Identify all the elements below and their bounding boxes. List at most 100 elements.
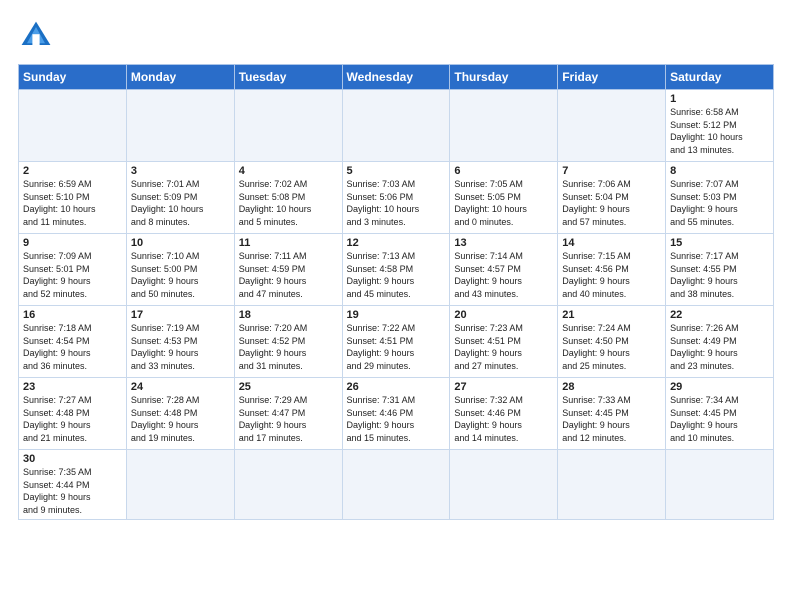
col-header-saturday: Saturday (666, 65, 774, 90)
day-cell: 1Sunrise: 6:58 AM Sunset: 5:12 PM Daylig… (666, 90, 774, 162)
day-info: Sunrise: 7:19 AM Sunset: 4:53 PM Dayligh… (131, 322, 230, 372)
day-cell: 15Sunrise: 7:17 AM Sunset: 4:55 PM Dayli… (666, 234, 774, 306)
day-cell: 13Sunrise: 7:14 AM Sunset: 4:57 PM Dayli… (450, 234, 558, 306)
day-info: Sunrise: 7:05 AM Sunset: 5:05 PM Dayligh… (454, 178, 553, 228)
day-number: 15 (670, 237, 769, 249)
day-info: Sunrise: 7:01 AM Sunset: 5:09 PM Dayligh… (131, 178, 230, 228)
day-number: 30 (23, 453, 122, 465)
day-info: Sunrise: 7:27 AM Sunset: 4:48 PM Dayligh… (23, 394, 122, 444)
day-cell (450, 450, 558, 520)
day-number: 5 (347, 165, 446, 177)
day-number: 28 (562, 381, 661, 393)
day-info: Sunrise: 7:29 AM Sunset: 4:47 PM Dayligh… (239, 394, 338, 444)
day-cell: 28Sunrise: 7:33 AM Sunset: 4:45 PM Dayli… (558, 378, 666, 450)
day-cell: 6Sunrise: 7:05 AM Sunset: 5:05 PM Daylig… (450, 162, 558, 234)
logo (18, 18, 58, 54)
day-cell: 22Sunrise: 7:26 AM Sunset: 4:49 PM Dayli… (666, 306, 774, 378)
week-row-1: 1Sunrise: 6:58 AM Sunset: 5:12 PM Daylig… (19, 90, 774, 162)
day-info: Sunrise: 7:13 AM Sunset: 4:58 PM Dayligh… (347, 250, 446, 300)
day-info: Sunrise: 7:33 AM Sunset: 4:45 PM Dayligh… (562, 394, 661, 444)
col-header-tuesday: Tuesday (234, 65, 342, 90)
day-info: Sunrise: 7:02 AM Sunset: 5:08 PM Dayligh… (239, 178, 338, 228)
day-cell (19, 90, 127, 162)
day-cell: 14Sunrise: 7:15 AM Sunset: 4:56 PM Dayli… (558, 234, 666, 306)
day-info: Sunrise: 7:20 AM Sunset: 4:52 PM Dayligh… (239, 322, 338, 372)
day-cell: 12Sunrise: 7:13 AM Sunset: 4:58 PM Dayli… (342, 234, 450, 306)
day-info: Sunrise: 7:07 AM Sunset: 5:03 PM Dayligh… (670, 178, 769, 228)
day-number: 2 (23, 165, 122, 177)
day-cell (234, 450, 342, 520)
day-number: 25 (239, 381, 338, 393)
day-cell (342, 90, 450, 162)
day-info: Sunrise: 7:18 AM Sunset: 4:54 PM Dayligh… (23, 322, 122, 372)
logo-icon (18, 18, 54, 54)
day-info: Sunrise: 7:10 AM Sunset: 5:00 PM Dayligh… (131, 250, 230, 300)
day-info: Sunrise: 7:26 AM Sunset: 4:49 PM Dayligh… (670, 322, 769, 372)
day-number: 27 (454, 381, 553, 393)
day-cell: 18Sunrise: 7:20 AM Sunset: 4:52 PM Dayli… (234, 306, 342, 378)
day-number: 12 (347, 237, 446, 249)
day-info: Sunrise: 7:14 AM Sunset: 4:57 PM Dayligh… (454, 250, 553, 300)
week-row-2: 2Sunrise: 6:59 AM Sunset: 5:10 PM Daylig… (19, 162, 774, 234)
day-cell: 11Sunrise: 7:11 AM Sunset: 4:59 PM Dayli… (234, 234, 342, 306)
day-number: 22 (670, 309, 769, 321)
day-cell: 17Sunrise: 7:19 AM Sunset: 4:53 PM Dayli… (126, 306, 234, 378)
week-row-4: 16Sunrise: 7:18 AM Sunset: 4:54 PM Dayli… (19, 306, 774, 378)
day-cell: 2Sunrise: 6:59 AM Sunset: 5:10 PM Daylig… (19, 162, 127, 234)
col-header-friday: Friday (558, 65, 666, 90)
day-cell: 8Sunrise: 7:07 AM Sunset: 5:03 PM Daylig… (666, 162, 774, 234)
day-number: 6 (454, 165, 553, 177)
day-info: Sunrise: 7:09 AM Sunset: 5:01 PM Dayligh… (23, 250, 122, 300)
day-info: Sunrise: 7:28 AM Sunset: 4:48 PM Dayligh… (131, 394, 230, 444)
day-info: Sunrise: 7:34 AM Sunset: 4:45 PM Dayligh… (670, 394, 769, 444)
week-row-5: 23Sunrise: 7:27 AM Sunset: 4:48 PM Dayli… (19, 378, 774, 450)
day-number: 3 (131, 165, 230, 177)
day-cell (234, 90, 342, 162)
day-info: Sunrise: 7:32 AM Sunset: 4:46 PM Dayligh… (454, 394, 553, 444)
day-cell: 19Sunrise: 7:22 AM Sunset: 4:51 PM Dayli… (342, 306, 450, 378)
day-cell (666, 450, 774, 520)
day-cell: 23Sunrise: 7:27 AM Sunset: 4:48 PM Dayli… (19, 378, 127, 450)
day-info: Sunrise: 6:59 AM Sunset: 5:10 PM Dayligh… (23, 178, 122, 228)
day-number: 21 (562, 309, 661, 321)
day-cell: 30Sunrise: 7:35 AM Sunset: 4:44 PM Dayli… (19, 450, 127, 520)
day-number: 11 (239, 237, 338, 249)
day-cell (126, 90, 234, 162)
col-header-sunday: Sunday (19, 65, 127, 90)
day-info: Sunrise: 7:15 AM Sunset: 4:56 PM Dayligh… (562, 250, 661, 300)
header (18, 18, 774, 54)
col-header-monday: Monday (126, 65, 234, 90)
day-number: 7 (562, 165, 661, 177)
day-cell (450, 90, 558, 162)
day-info: Sunrise: 7:11 AM Sunset: 4:59 PM Dayligh… (239, 250, 338, 300)
day-cell: 7Sunrise: 7:06 AM Sunset: 5:04 PM Daylig… (558, 162, 666, 234)
day-number: 23 (23, 381, 122, 393)
day-number: 26 (347, 381, 446, 393)
day-number: 19 (347, 309, 446, 321)
day-cell (558, 450, 666, 520)
day-info: Sunrise: 7:35 AM Sunset: 4:44 PM Dayligh… (23, 466, 122, 516)
day-cell: 29Sunrise: 7:34 AM Sunset: 4:45 PM Dayli… (666, 378, 774, 450)
day-info: Sunrise: 7:22 AM Sunset: 4:51 PM Dayligh… (347, 322, 446, 372)
day-number: 29 (670, 381, 769, 393)
day-cell (126, 450, 234, 520)
day-cell: 4Sunrise: 7:02 AM Sunset: 5:08 PM Daylig… (234, 162, 342, 234)
day-cell: 21Sunrise: 7:24 AM Sunset: 4:50 PM Dayli… (558, 306, 666, 378)
day-cell: 27Sunrise: 7:32 AM Sunset: 4:46 PM Dayli… (450, 378, 558, 450)
page: SundayMondayTuesdayWednesdayThursdayFrid… (0, 0, 792, 530)
day-cell: 25Sunrise: 7:29 AM Sunset: 4:47 PM Dayli… (234, 378, 342, 450)
day-number: 9 (23, 237, 122, 249)
day-cell: 16Sunrise: 7:18 AM Sunset: 4:54 PM Dayli… (19, 306, 127, 378)
day-cell: 20Sunrise: 7:23 AM Sunset: 4:51 PM Dayli… (450, 306, 558, 378)
day-info: Sunrise: 7:17 AM Sunset: 4:55 PM Dayligh… (670, 250, 769, 300)
day-info: Sunrise: 6:58 AM Sunset: 5:12 PM Dayligh… (670, 106, 769, 156)
day-cell: 3Sunrise: 7:01 AM Sunset: 5:09 PM Daylig… (126, 162, 234, 234)
day-number: 16 (23, 309, 122, 321)
day-number: 4 (239, 165, 338, 177)
day-number: 24 (131, 381, 230, 393)
week-row-6: 30Sunrise: 7:35 AM Sunset: 4:44 PM Dayli… (19, 450, 774, 520)
header-row: SundayMondayTuesdayWednesdayThursdayFrid… (19, 65, 774, 90)
day-cell: 5Sunrise: 7:03 AM Sunset: 5:06 PM Daylig… (342, 162, 450, 234)
day-number: 13 (454, 237, 553, 249)
day-number: 18 (239, 309, 338, 321)
